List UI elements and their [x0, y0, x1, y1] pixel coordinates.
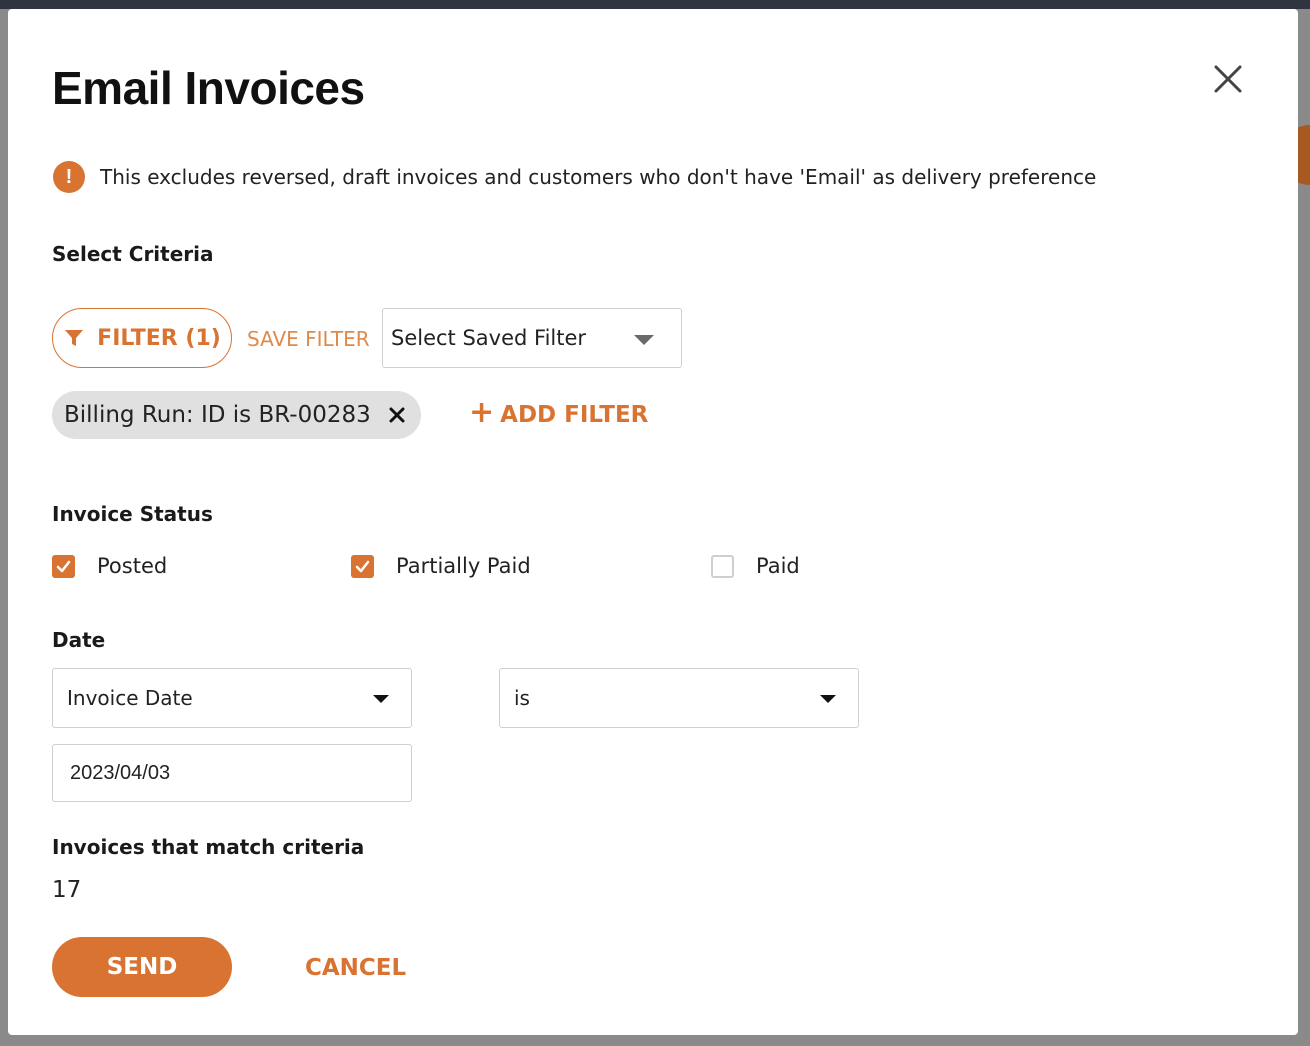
match-criteria-label: Invoices that match criteria [52, 835, 365, 859]
partially-paid-label: Partially Paid [396, 554, 531, 578]
posted-checkbox[interactable] [52, 554, 75, 578]
filter-funnel-icon [65, 330, 84, 346]
status-option-paid: Paid [711, 554, 800, 578]
filter-button[interactable]: FILTER (1) [52, 308, 232, 368]
filter-button-label: FILTER (1) [97, 325, 221, 351]
active-filter-chip: Billing Run: ID is BR-00283 [52, 391, 421, 439]
email-invoices-dialog: Email Invoices ! This excludes reversed,… [8, 9, 1298, 1035]
check-icon [56, 560, 71, 572]
add-filter-label: ADD FILTER [500, 401, 649, 428]
partially-paid-checkbox[interactable] [351, 554, 374, 578]
background-app-topbar [0, 0, 1310, 9]
x-icon[interactable] [385, 403, 409, 427]
notice-text: This excludes reversed, draft invoices a… [100, 165, 1097, 189]
caret-down-icon [820, 695, 836, 703]
status-option-partially-paid: Partially Paid [351, 554, 531, 578]
send-button[interactable]: SEND [52, 937, 232, 997]
dialog-title: Email Invoices [52, 62, 365, 114]
status-option-posted: Posted [52, 554, 167, 578]
check-icon [355, 560, 370, 572]
saved-filter-select-value: Select Saved Filter [391, 326, 587, 350]
invoice-status-label: Invoice Status [52, 502, 213, 526]
exclamation-circle-icon: ! [53, 161, 85, 193]
date-operator-select-value: is [514, 686, 530, 710]
date-operator-select[interactable]: is [499, 668, 859, 728]
date-field-select[interactable]: Invoice Date [52, 668, 412, 728]
saved-filter-select[interactable]: Select Saved Filter [382, 308, 682, 368]
posted-label: Posted [97, 554, 168, 578]
close-icon [1214, 65, 1242, 93]
caret-down-icon [373, 695, 389, 703]
plus-icon: + [469, 395, 495, 430]
caret-down-icon [634, 335, 654, 345]
add-filter-button[interactable]: + ADD FILTER [469, 395, 649, 430]
cancel-button[interactable]: CANCEL [305, 955, 406, 981]
date-label: Date [52, 628, 106, 652]
close-button[interactable] [1208, 59, 1248, 99]
save-filter-link[interactable]: SAVE FILTER [247, 327, 370, 351]
date-value-input[interactable] [52, 744, 412, 802]
paid-label: Paid [756, 554, 800, 578]
notice-banner: ! This excludes reversed, draft invoices… [53, 161, 1096, 193]
paid-checkbox[interactable] [711, 554, 734, 578]
select-criteria-label: Select Criteria [52, 242, 214, 266]
match-count: 17 [52, 877, 82, 903]
active-filter-chip-label: Billing Run: ID is BR-00283 [64, 402, 371, 428]
date-field-select-value: Invoice Date [67, 686, 193, 710]
